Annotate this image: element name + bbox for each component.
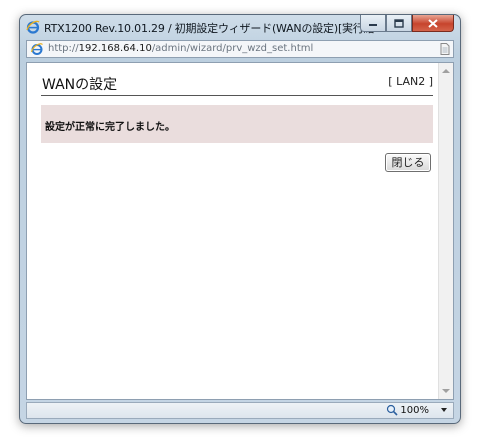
scroll-down-icon[interactable] [442, 389, 450, 393]
page-viewport: WANの設定 [ LAN2 ] 設定が正常に完了しました。 閉じる [26, 62, 454, 400]
scroll-up-icon[interactable] [442, 69, 450, 73]
interface-tag: [ LAN2 ] [388, 75, 433, 88]
maximize-icon [394, 18, 404, 28]
title-bar[interactable]: RTX1200 Rev.10.01.29 / 初期設定ウィザード(WANの設定)… [20, 15, 460, 39]
close-icon [428, 18, 438, 28]
window-controls [360, 15, 454, 33]
internet-explorer-icon [30, 43, 43, 55]
page-title: WANの設定 [42, 77, 118, 93]
page-header: WANの設定 [ LAN2 ] [41, 71, 433, 96]
internet-explorer-icon [26, 20, 40, 34]
url-host: 192.168.64.10 [78, 43, 152, 54]
url-text[interactable]: http://192.168.64.10/admin/wizard/prv_wz… [48, 43, 313, 54]
page-icon [440, 43, 450, 55]
chevron-down-icon[interactable] [441, 408, 447, 412]
close-button[interactable]: 閉じる [385, 153, 431, 172]
minimize-icon [369, 24, 377, 26]
maximize-button[interactable] [386, 15, 412, 32]
page-content: WANの設定 [ LAN2 ] 設定が正常に完了しました。 閉じる [41, 71, 433, 172]
address-bar[interactable]: http://192.168.64.10/admin/wizard/prv_wz… [26, 40, 454, 58]
zoom-level: 100% [400, 404, 429, 416]
window-title: RTX1200 Rev.10.01.29 / 初期設定ウィザード(WANの設定)… [44, 22, 374, 35]
vertical-scrollbar[interactable] [438, 63, 453, 399]
zoom-icon [387, 404, 398, 416]
result-message: 設定が正常に完了しました。 [41, 105, 433, 143]
minimize-button[interactable] [360, 15, 386, 32]
status-bar: 100% [26, 402, 454, 419]
close-window-button[interactable] [412, 15, 454, 32]
url-path: /admin/wizard/prv_wzd_set.html [151, 43, 314, 54]
browser-window: RTX1200 Rev.10.01.29 / 初期設定ウィザード(WANの設定)… [19, 14, 461, 424]
zoom-control[interactable]: 100% [386, 404, 447, 416]
url-prefix: http:// [48, 43, 79, 54]
